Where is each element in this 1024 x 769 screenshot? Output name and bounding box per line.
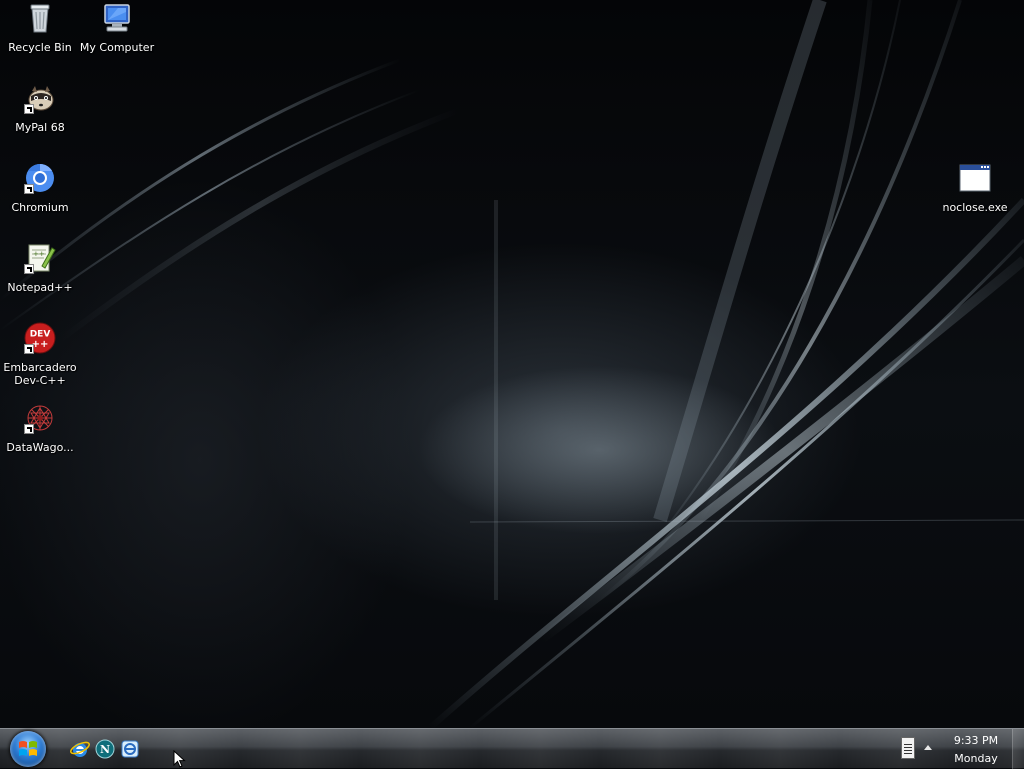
system-tray: 9:33 PM Monday (894, 729, 1024, 769)
shortcut-arrow-icon (24, 264, 34, 274)
wallpaper-streaks (0, 0, 1024, 728)
desktop[interactable]: Recycle Bin My Computer MyPal 68 Chromiu… (0, 0, 1024, 728)
mouse-cursor-icon (173, 750, 186, 768)
svg-text:++: ++ (32, 339, 49, 350)
desktop-icon-label-line2: Dev-C++ (14, 374, 66, 387)
shortcut-arrow-icon (24, 344, 34, 354)
shortcut-arrow-icon (24, 424, 34, 434)
browser-e-icon[interactable] (120, 739, 140, 759)
desktop-icon-label: Embarcadero Dev-C++ (1, 361, 79, 387)
desktop-icon-mypal[interactable]: MyPal 68 (1, 82, 79, 134)
ie-icon[interactable] (70, 739, 90, 759)
svg-text:DEV: DEV (30, 330, 51, 340)
show-hidden-icons-icon[interactable] (924, 745, 932, 750)
desktop-icon-notepadpp[interactable]: ++ Notepad++ (1, 242, 79, 294)
desktop-icon-label: My Computer (79, 41, 155, 54)
window-app-icon (959, 162, 991, 194)
recycle-bin-icon (24, 2, 56, 34)
netscape-icon[interactable]: N (95, 739, 115, 759)
clock-day: Monday (954, 752, 998, 765)
desktop-icon-noclose[interactable]: noclose.exe (936, 162, 1014, 214)
desktop-icon-datawagon[interactable]: DataWago... (1, 402, 79, 454)
desktop-icon-label: Chromium (11, 201, 69, 214)
computer-icon (101, 2, 133, 34)
clock[interactable]: 9:33 PM Monday (942, 732, 1010, 768)
shortcut-arrow-icon (24, 184, 34, 194)
svg-text:++: ++ (33, 250, 45, 258)
taskbar: N 9:33 PM Monday (0, 728, 1024, 769)
desktop-icon-label: noclose.exe (942, 201, 1008, 214)
desktop-icon-label: DataWago... (6, 441, 74, 454)
desktop-icon-recycle-bin[interactable]: Recycle Bin (1, 2, 79, 54)
desktop-icon-label: MyPal 68 (15, 121, 65, 134)
desktop-icon-devcpp[interactable]: DEV ++ Embarcadero Dev-C++ (1, 322, 79, 387)
start-button[interactable] (10, 731, 46, 767)
mypal-raccoon-icon (24, 82, 56, 114)
devcpp-icon: DEV ++ (24, 322, 56, 354)
shortcut-arrow-icon (24, 104, 34, 114)
svg-text:N: N (100, 743, 110, 756)
keyboard-icon[interactable] (901, 737, 915, 759)
show-desktop-button[interactable] (1012, 729, 1024, 769)
desktop-icon-label-line1: Embarcadero (3, 361, 77, 374)
desktop-icon-label: Notepad++ (7, 281, 73, 294)
notepadpp-icon: ++ (24, 242, 56, 274)
desktop-icon-chromium[interactable]: Chromium (1, 162, 79, 214)
chromium-icon (24, 162, 56, 194)
desktop-icon-my-computer[interactable]: My Computer (78, 2, 156, 54)
desktop-icon-label: Recycle Bin (8, 41, 72, 54)
windows-logo-icon (19, 741, 37, 756)
datawagon-icon (24, 402, 56, 434)
clock-time: 9:33 PM (953, 734, 999, 747)
